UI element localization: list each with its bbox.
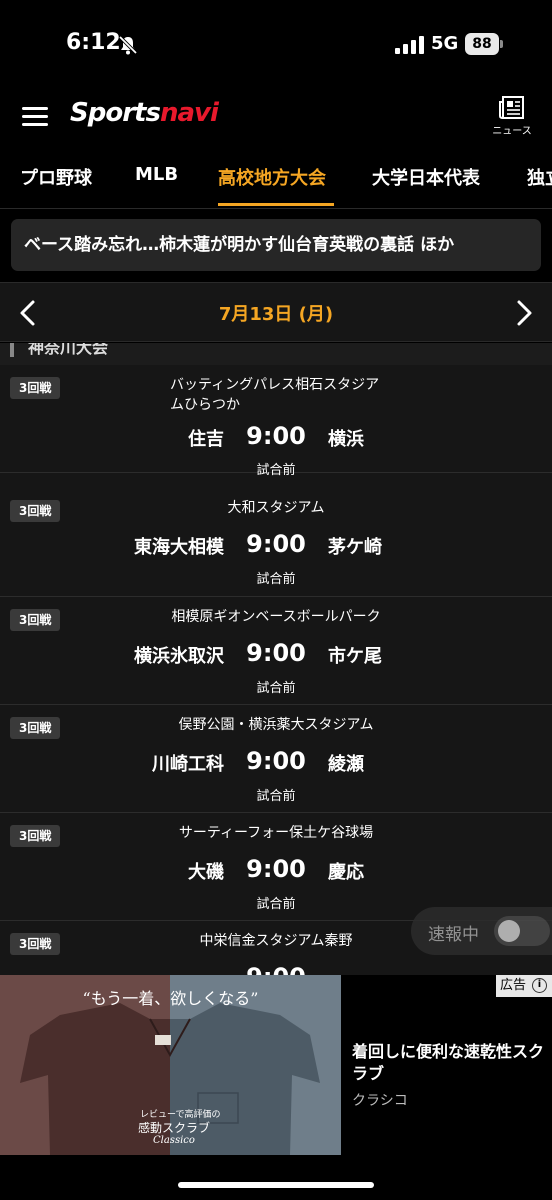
venue-name: 俣野公園・横浜薬大スタジアム (178, 717, 374, 733)
logo-text-sports: Sports (70, 98, 161, 128)
game-status: 試合前 (256, 789, 296, 804)
tab-college-japan[interactable]: 大学日本代表 (372, 164, 480, 190)
home-team: 横浜氷取沢 (134, 646, 224, 667)
section-marker (10, 343, 14, 357)
ad-image[interactable]: “もう一着、欲しくなる” レビューで高評価の 感動スクラブ Classico (0, 975, 341, 1155)
current-date: 7月13日 (月) (218, 304, 334, 325)
battery-tip (500, 40, 503, 48)
start-time: 9:00 (246, 639, 306, 667)
news-button[interactable]: ニュース (490, 96, 534, 144)
game-card[interactable]: 3回戦 大和スタジアム 東海大相模 9:00 茅ケ崎 試合前 (0, 488, 552, 597)
tab-pro-baseball[interactable]: プロ野球 (20, 164, 92, 190)
ad-copy: “もう一着、欲しくなる” (82, 989, 259, 1008)
venue-name: サーティーフォー保土ケ谷球場 (178, 825, 374, 841)
tab-high-school-regional[interactable]: 高校地方大会 (218, 164, 326, 190)
info-icon: i (532, 978, 547, 993)
ad-brand-mark: Classico (153, 1135, 195, 1146)
start-time: 9:00 (246, 747, 306, 775)
away-team: 綾瀬 (328, 754, 364, 775)
home-team: 住吉 (188, 429, 224, 450)
category-tabs: プロ野球 MLB 高校地方大会 大学日本代表 独立 (0, 150, 552, 208)
ad-headline[interactable]: 着回しに便利な速乾性スクラブ (352, 1041, 547, 1085)
away-team: 市ケ尾 (328, 646, 382, 667)
game-status: 試合前 (256, 463, 296, 478)
headline-banner[interactable]: ベース踏み忘れ…柿木蓮が明かす仙台育英戦の裏話 ほか (11, 219, 541, 271)
sportsnavi-logo[interactable]: Sportsnavi (70, 98, 219, 128)
section-header: 神奈川大会 (0, 343, 552, 365)
menu-button[interactable] (22, 104, 50, 128)
venue-name: バッティングパレス相石スタジアムひらつか (170, 377, 380, 413)
venue-name: 大和スタジアム (227, 500, 325, 516)
active-tab-indicator (218, 203, 334, 206)
venue-name: 相模原ギオンベースボールパーク (171, 609, 381, 625)
battery-icon: 88 (465, 33, 503, 55)
section-title: 神奈川大会 (28, 343, 109, 357)
live-updates-toggle[interactable]: 速報中 (411, 907, 552, 955)
game-card[interactable]: 3回戦 俣野公園・横浜薬大スタジアム 川崎工科 9:00 綾瀬 試合前 (0, 705, 552, 813)
round-badge: 3回戦 (10, 377, 61, 399)
toggle-switch[interactable] (494, 916, 550, 946)
menu-icon-line (22, 107, 48, 110)
network-type: 5G (431, 33, 459, 54)
home-team: 大磯 (188, 862, 224, 883)
menu-icon-line (22, 123, 48, 126)
home-team: 川崎工科 (152, 754, 224, 775)
away-team: 慶応 (328, 862, 364, 883)
battery-level: 88 (465, 33, 499, 55)
logo-text-navi: navi (159, 98, 219, 128)
bell-muted-icon (118, 35, 138, 55)
game-card[interactable]: 3回戦 サーティーフォー保土ケ谷球場 大磯 9:00 慶応 試合前 (0, 813, 552, 921)
start-time: 9:00 (246, 422, 306, 450)
app-header: Sportsnavi ニュース (0, 90, 552, 148)
start-time: 9:00 (246, 855, 306, 883)
status-bar: 6:12 5G 88 (0, 0, 552, 90)
news-label: ニュース (492, 126, 532, 137)
signal-icon (395, 36, 424, 54)
game-status: 試合前 (256, 572, 296, 587)
game-list: 3回戦 バッティングパレス相石スタジアムひらつか 住吉 9:00 横浜 試合前 … (0, 365, 552, 975)
game-card[interactable]: 3回戦 相模原ギオンベースボールパーク 横浜氷取沢 9:00 市ケ尾 試合前 (0, 597, 552, 705)
game-card[interactable]: 3回戦 バッティングパレス相石スタジアムひらつか 住吉 9:00 横浜 試合前 (0, 365, 552, 478)
status-time: 6:12 (66, 30, 121, 55)
away-team: 茅ケ崎 (328, 537, 382, 558)
home-team: 東海大相模 (134, 537, 224, 558)
ad-tag-text: 広告 (500, 978, 527, 993)
tab-mlb[interactable]: MLB (135, 164, 178, 185)
toggle-knob (498, 920, 520, 942)
start-time: 9:00 (246, 963, 306, 975)
menu-icon-line (22, 115, 48, 118)
ad-label[interactable]: 広告 i (496, 975, 552, 997)
newspaper-icon (499, 96, 524, 119)
tab-independent[interactable]: 独立 (527, 164, 552, 190)
divider (0, 208, 552, 209)
home-indicator[interactable] (178, 1182, 374, 1188)
start-time: 9:00 (246, 530, 306, 558)
game-status: 試合前 (256, 681, 296, 696)
ad-banner: “もう一着、欲しくなる” レビューで高評価の 感動スクラブ Classico 広… (0, 975, 552, 1155)
away-team: 横浜 (328, 429, 364, 450)
ad-advertiser: クラシコ (352, 1093, 408, 1109)
live-toggle-label: 速報中 (428, 925, 479, 945)
ad-product-name: 感動スクラブ (138, 1121, 211, 1135)
date-navigator: 7月13日 (月) (0, 282, 552, 342)
chevron-right-icon[interactable] (512, 299, 536, 327)
